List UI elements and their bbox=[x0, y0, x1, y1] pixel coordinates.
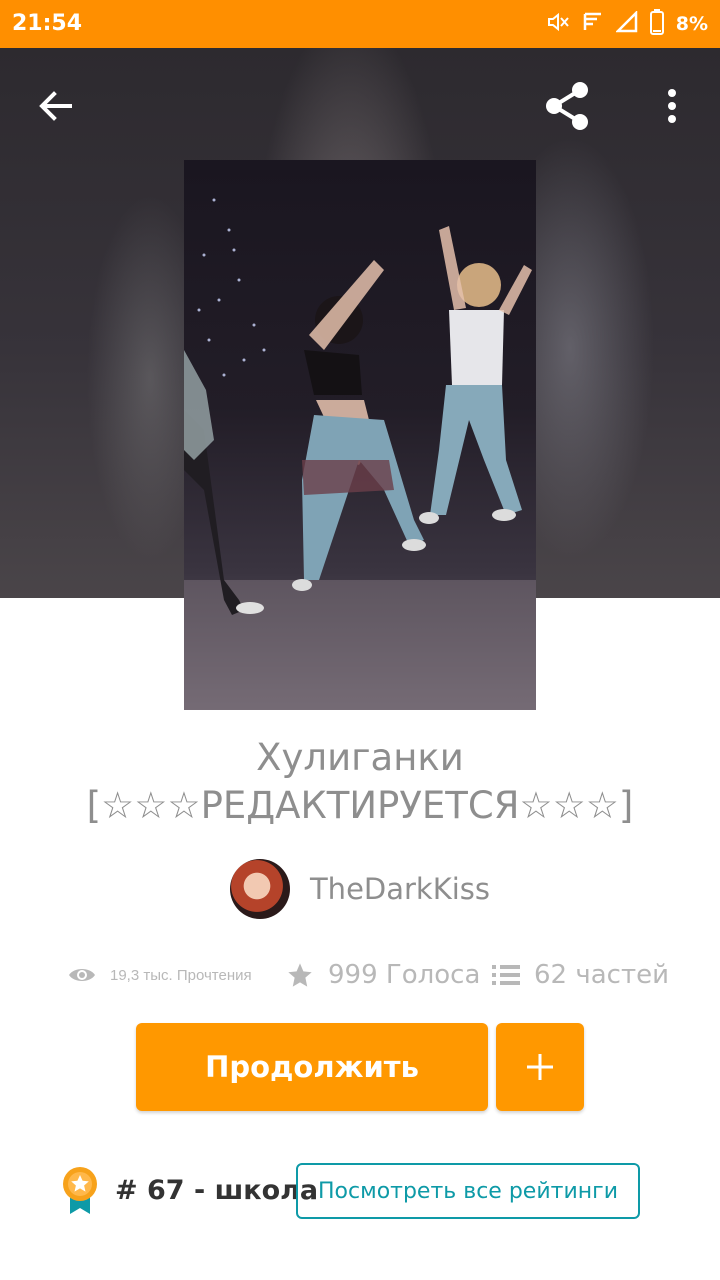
cell-signal-icon bbox=[614, 9, 638, 38]
parts-stat: 62 частей bbox=[492, 950, 669, 1000]
eye-icon bbox=[69, 969, 95, 981]
story-cover-image[interactable] bbox=[184, 160, 536, 710]
author-avatar[interactable] bbox=[229, 859, 290, 919]
more-vert-icon bbox=[668, 89, 676, 123]
votes-stat: 999 Голоса bbox=[286, 950, 480, 1000]
ranking-medal-icon bbox=[60, 1166, 100, 1216]
status-bar: 21:54 8% bbox=[0, 0, 720, 48]
status-icons: 8% bbox=[546, 8, 708, 40]
mute-icon bbox=[546, 10, 570, 39]
more-options-button[interactable] bbox=[652, 78, 692, 134]
share-button[interactable] bbox=[540, 78, 596, 134]
back-button[interactable] bbox=[28, 78, 84, 134]
reads-stat: 19,3 тыс. Прочтения bbox=[68, 950, 252, 1000]
share-icon bbox=[546, 82, 588, 130]
signal-icon bbox=[582, 11, 604, 38]
top-toolbar bbox=[0, 48, 720, 160]
continue-reading-button[interactable]: Продолжить bbox=[136, 1023, 488, 1111]
story-title: Хулиганки [☆☆☆РЕДАКТИРУЕТСЯ☆☆☆] bbox=[86, 736, 634, 827]
author-name[interactable]: TheDarkKiss bbox=[310, 872, 490, 906]
back-arrow-icon bbox=[39, 91, 72, 121]
view-all-rankings-button[interactable]: Посмотреть все рейтинги bbox=[296, 1163, 640, 1219]
plus-icon bbox=[527, 1054, 553, 1080]
status-time: 21:54 bbox=[12, 11, 83, 36]
story-stats: 19,3 тыс. Прочтения 999 Голоса 62 частей bbox=[0, 950, 720, 1000]
battery-percent: 8% bbox=[675, 13, 708, 35]
battery-icon bbox=[649, 8, 664, 40]
author-row[interactable]: TheDarkKiss bbox=[0, 857, 720, 921]
add-to-library-button[interactable] bbox=[496, 1023, 584, 1111]
votes-count: 999 Голоса bbox=[328, 960, 481, 990]
ranking-text: # 67 - школа bbox=[115, 1175, 319, 1206]
parts-count: 62 частей bbox=[534, 960, 669, 990]
list-icon bbox=[492, 965, 520, 985]
reads-count: 19,3 тыс. Прочтения bbox=[110, 966, 252, 984]
star-icon bbox=[288, 963, 312, 987]
